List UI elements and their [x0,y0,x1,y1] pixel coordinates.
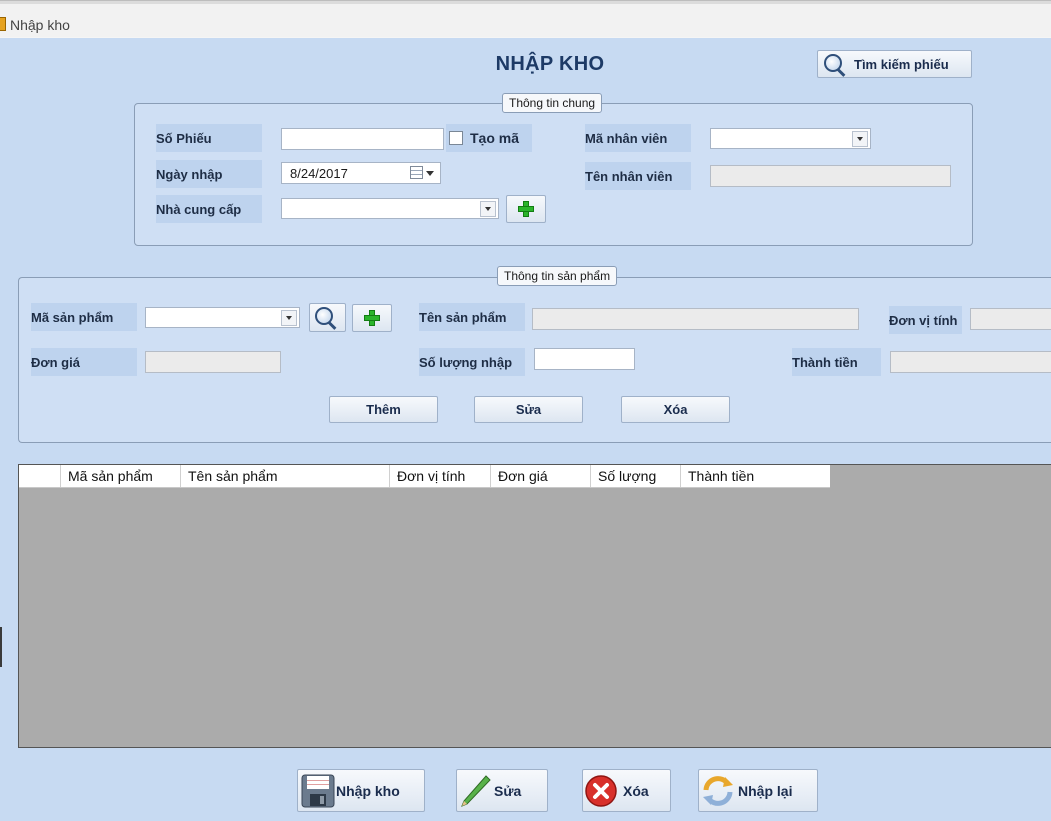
product-info-legend: Thông tin sản phẩm [497,266,618,286]
grid-column-header[interactable]: Đơn vị tính [390,465,491,487]
nhap-lai-label: Nhập lại [738,782,793,799]
ten-nhan-vien-field [710,165,951,187]
window-title: Nhập kho [10,17,70,33]
refresh-icon [703,776,733,806]
page-title: NHẬP KHO [495,53,605,75]
nha-cung-cap-combo[interactable] [281,198,499,219]
don-gia-label: Đơn giá [31,348,137,376]
general-info-legend: Thông tin chung [502,93,603,113]
ngay-nhap-label: Ngày nhập [156,160,262,188]
nhap-lai-button[interactable]: Nhập lại [698,769,818,812]
chevron-down-icon[interactable] [281,310,297,326]
red-x-icon [585,775,617,807]
product-grid[interactable]: Mã sản phẩm Tên sản phẩm Đơn vị tính Đơn… [18,464,1051,748]
tao-ma-label: Tạo mã [470,130,520,146]
magnifier-icon [824,54,850,77]
search-voucher-button[interactable]: Tìm kiếm phiếu [817,50,972,78]
xoa-main-button[interactable]: Xóa [582,769,671,812]
plus-icon [364,310,380,326]
ma-san-pham-combo[interactable] [145,307,300,328]
add-product-button[interactable] [352,304,392,332]
grid-column-header[interactable]: Số lượng [591,465,681,487]
nhap-kho-button[interactable]: Nhập kho [297,769,425,812]
them-button[interactable]: Thêm [329,396,438,423]
xoa-product-button[interactable]: Xóa [621,396,730,423]
thanh-tien-label: Thành tiền [792,348,881,376]
nhap-kho-label: Nhập kho [336,782,400,799]
so-luong-nhap-label: Số lượng nhập [419,348,525,376]
app-icon [0,17,6,31]
grid-header: Mã sản phẩm Tên sản phẩm Đơn vị tính Đơn… [19,465,830,488]
ten-san-pham-label: Tên sản phẩm [419,303,525,331]
add-supplier-button[interactable] [506,195,546,223]
so-phieu-input[interactable] [281,128,444,150]
ngay-nhap-value: 8/24/2017 [290,166,348,181]
window-titlebar: Nhập kho [0,0,1051,38]
splitter-handle[interactable] [0,627,2,667]
don-vi-tinh-field [970,308,1051,330]
ten-nhan-vien-label: Tên nhân viên [585,162,691,190]
chevron-down-icon[interactable] [852,131,868,147]
don-vi-tinh-label: Đơn vị tính [889,306,962,334]
sua-main-button[interactable]: Sửa [456,769,548,812]
plus-icon [518,201,534,217]
grid-column-header[interactable]: Tên sản phẩm [181,465,390,487]
chevron-down-icon[interactable] [480,201,496,217]
so-phieu-label: Số Phiếu [156,124,262,152]
pencil-icon [461,775,491,807]
tao-ma-checkbox[interactable] [449,131,463,145]
ten-san-pham-field [532,308,859,330]
floppy-disk-icon [301,774,335,808]
search-product-button[interactable] [309,303,346,332]
grid-column-header[interactable]: Thành tiền [681,465,830,487]
thanh-tien-field [890,351,1051,373]
xoa-main-label: Xóa [623,782,649,799]
datepicker-dropdown-icon[interactable] [426,171,434,176]
magnifier-icon [315,307,341,330]
grid-row-header-corner [19,465,61,487]
ma-nhan-vien-label: Mã nhân viên [585,124,691,152]
tao-ma-checkbox-row[interactable]: Tạo mã [446,124,532,152]
grid-column-header[interactable]: Mã sản phẩm [61,465,181,487]
ngay-nhap-datepicker[interactable]: 8/24/2017 [281,162,441,184]
ma-san-pham-label: Mã sản phẩm [31,303,137,331]
sua-product-button[interactable]: Sửa [474,396,583,423]
nha-cung-cap-label: Nhà cung cấp [156,195,262,223]
ma-nhan-vien-combo[interactable] [710,128,871,149]
grid-column-header[interactable]: Đơn giá [491,465,591,487]
calendar-icon[interactable] [410,166,423,179]
don-gia-field [145,351,281,373]
search-voucher-label: Tìm kiếm phiếu [854,56,949,72]
so-luong-nhap-input[interactable] [534,348,635,370]
sua-main-label: Sửa [494,782,522,799]
